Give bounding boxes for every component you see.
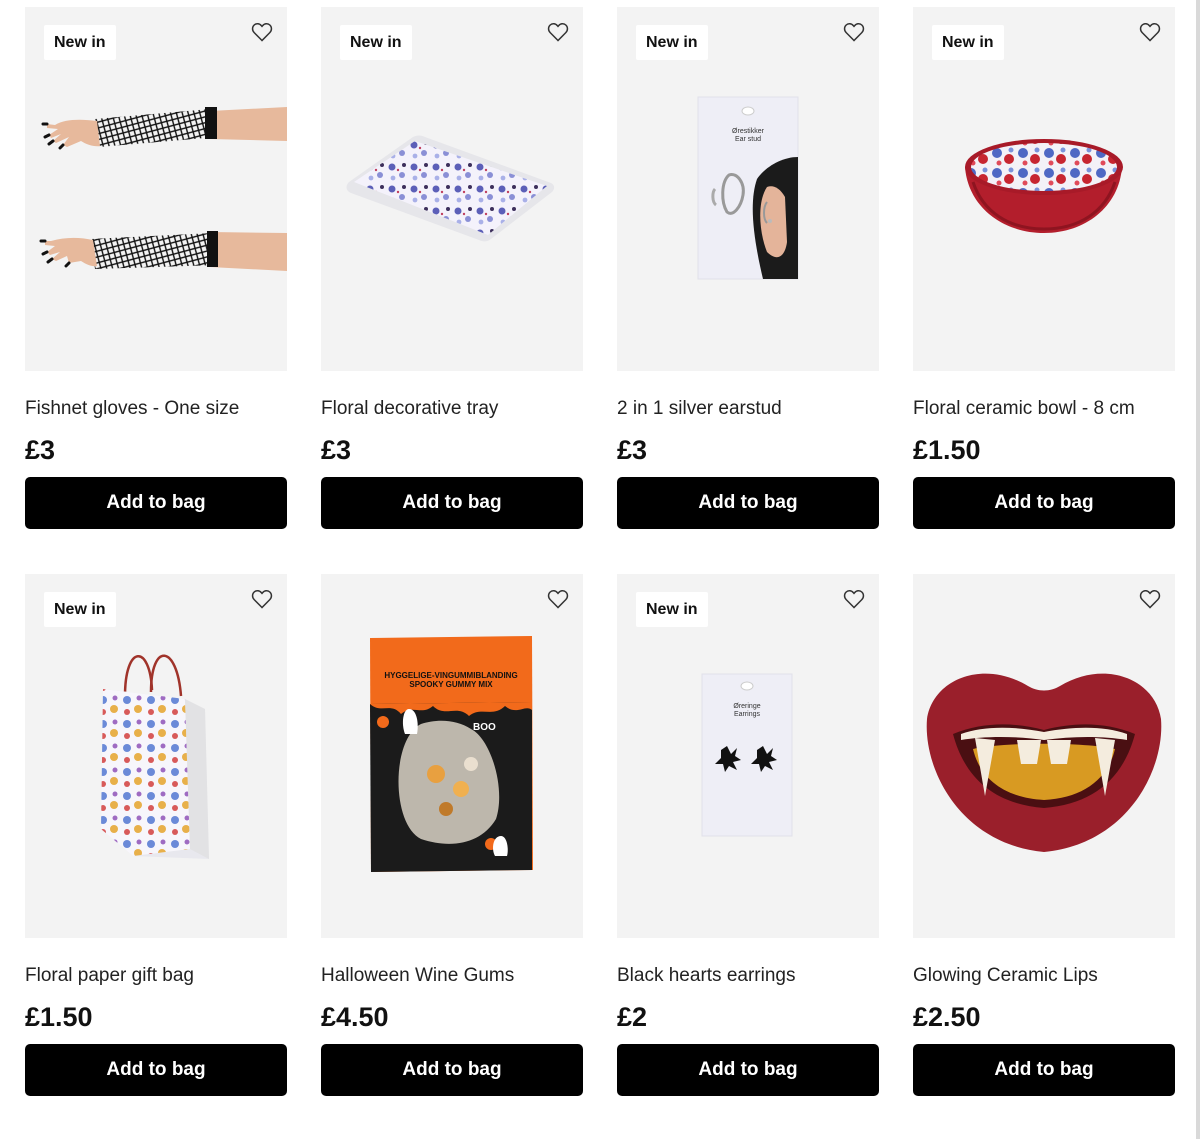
add-to-bag-button[interactable]: Add to bag <box>617 477 879 529</box>
wine-gums-image: HYGGELIGE-VINGUMMIBLANDING SPOOKY GUMMY … <box>370 636 533 872</box>
product-name[interactable]: 2 in 1 silver earstud <box>617 397 879 421</box>
product-price: £3 <box>25 435 56 465</box>
product-price: £3 <box>321 435 352 465</box>
floral-tray-image <box>346 135 555 242</box>
card-text-2: Earrings <box>734 711 761 718</box>
add-to-bag-button[interactable]: Add to bag <box>25 1044 287 1096</box>
product-card[interactable]: New in Floral paper gift bag £1.50 Add t… <box>25 574 287 1096</box>
product-price: £1.50 <box>913 435 981 465</box>
product-price: £2.50 <box>913 1002 981 1032</box>
product-price: £4.50 <box>321 1002 389 1032</box>
vampire-lips-image <box>926 673 1162 852</box>
product-image-box[interactable]: New in <box>913 7 1175 371</box>
product-name[interactable]: Floral ceramic bowl - 8 cm <box>913 397 1175 421</box>
new-in-badge: New in <box>44 25 116 60</box>
add-to-bag-button[interactable]: Add to bag <box>25 477 287 529</box>
pack-text-1: HYGGELIGE-VINGUMMIBLANDING <box>384 671 517 680</box>
gift-bag-image <box>101 654 209 859</box>
card-text-1: Ørestikker <box>732 128 765 135</box>
product-name[interactable]: Floral decorative tray <box>321 397 583 421</box>
earstud-card-image: Ørestikker Ear stud <box>697 96 799 280</box>
add-to-bag-button[interactable]: Add to bag <box>617 1044 879 1096</box>
fishnet-gloves-image <box>39 107 287 271</box>
heart-outline-icon[interactable] <box>1137 19 1163 45</box>
add-to-bag-button[interactable]: Add to bag <box>321 1044 583 1096</box>
product-card[interactable]: Ørestikker Ear stud New in 2 in 1 silver… <box>617 7 879 529</box>
product-image-box[interactable]: HYGGELIGE-VINGUMMIBLANDING SPOOKY GUMMY … <box>321 574 583 938</box>
heart-outline-icon[interactable] <box>249 19 275 45</box>
add-to-bag-button[interactable]: Add to bag <box>913 477 1175 529</box>
product-card[interactable]: New in Floral ceramic bowl - 8 cm £1.50 … <box>913 7 1175 529</box>
product-image-box[interactable]: New in <box>25 574 287 938</box>
floral-bowl-image <box>965 139 1123 233</box>
card-text-2: Ear stud <box>735 136 761 143</box>
heart-outline-icon[interactable] <box>545 586 571 612</box>
heart-outline-icon[interactable] <box>841 586 867 612</box>
product-card[interactable]: Øreringe Earrings New in Black hearts ea… <box>617 574 879 1096</box>
product-card[interactable]: Glowing Ceramic Lips £2.50 Add to bag <box>913 574 1175 1096</box>
heart-outline-icon[interactable] <box>249 586 275 612</box>
earrings-card-image: Øreringe Earrings <box>701 673 793 837</box>
new-in-badge: New in <box>636 25 708 60</box>
product-image-box[interactable]: Øreringe Earrings New in <box>617 574 879 938</box>
product-card[interactable]: HYGGELIGE-VINGUMMIBLANDING SPOOKY GUMMY … <box>321 574 583 1096</box>
product-name[interactable]: Halloween Wine Gums <box>321 964 583 988</box>
product-card[interactable]: New in Floral decorative tray £3 Add to … <box>321 7 583 529</box>
boo-text: BOO <box>473 722 496 733</box>
product-name[interactable]: Fishnet gloves - One size <box>25 397 287 421</box>
product-image-box[interactable]: New in <box>321 7 583 371</box>
product-image-box[interactable]: Ørestikker Ear stud New in <box>617 7 879 371</box>
product-card[interactable]: New in Fishnet gloves - One size £3 Add … <box>25 7 287 529</box>
new-in-badge: New in <box>636 592 708 627</box>
product-image-box[interactable]: New in <box>25 7 287 371</box>
new-in-badge: New in <box>44 592 116 627</box>
product-name[interactable]: Floral paper gift bag <box>25 964 287 988</box>
new-in-badge: New in <box>340 25 412 60</box>
product-image-box[interactable] <box>913 574 1175 938</box>
product-price: £3 <box>617 435 648 465</box>
product-name[interactable]: Glowing Ceramic Lips <box>913 964 1175 988</box>
pack-text-2: SPOOKY GUMMY MIX <box>409 680 493 689</box>
new-in-badge: New in <box>932 25 1004 60</box>
card-text-1: Øreringe <box>733 703 760 710</box>
add-to-bag-button[interactable]: Add to bag <box>321 477 583 529</box>
product-price: £2 <box>617 1002 648 1032</box>
heart-outline-icon[interactable] <box>841 19 867 45</box>
scrollbar-thumb[interactable] <box>1196 0 1200 1139</box>
heart-outline-icon[interactable] <box>1137 586 1163 612</box>
product-name[interactable]: Black hearts earrings <box>617 964 879 988</box>
product-price: £1.50 <box>25 1002 93 1032</box>
add-to-bag-button[interactable]: Add to bag <box>913 1044 1175 1096</box>
heart-outline-icon[interactable] <box>545 19 571 45</box>
